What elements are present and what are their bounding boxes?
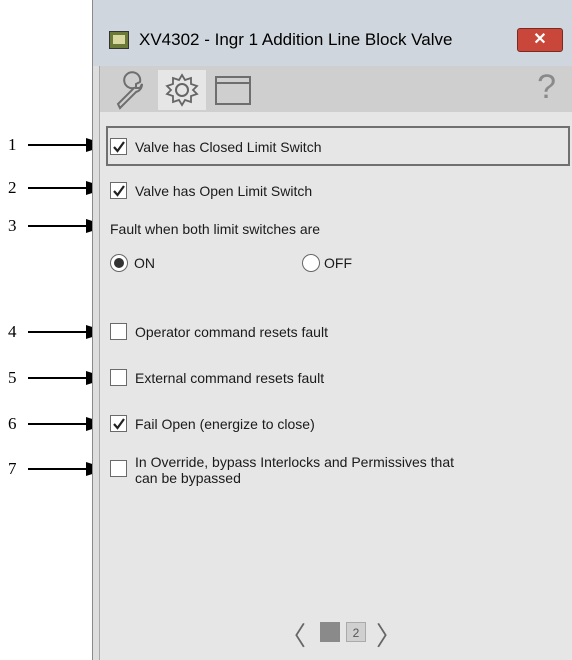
page-1-button[interactable]: 1 [320, 622, 340, 642]
callout-number: 2 [8, 178, 17, 197]
callout-arrow-line [28, 377, 88, 379]
callout-number: 7 [8, 459, 17, 478]
gear-icon[interactable] [158, 70, 206, 110]
override-bypass-checkbox[interactable] [110, 460, 127, 477]
open-limit-switch-checkbox[interactable] [110, 182, 127, 199]
operator-reset-label: Operator command resets fault [135, 324, 328, 340]
close-button[interactable]: ✕ [517, 28, 563, 52]
window-icon[interactable] [210, 70, 258, 110]
override-bypass-label-line1: In Override, bypass Interlocks and Permi… [135, 454, 455, 470]
open-limit-switch-label: Valve has Open Limit Switch [135, 183, 313, 199]
app-icon [109, 31, 129, 49]
callout-arrow-line [28, 423, 88, 425]
callout-number: 3 [8, 216, 17, 235]
external-reset-label: External command resets fault [135, 370, 325, 386]
callout-number: 5 [8, 368, 17, 387]
wrench-icon[interactable] [106, 70, 154, 110]
callout-number: 6 [8, 414, 17, 433]
toolbar: ? [100, 66, 572, 112]
callout-arrow-line [28, 187, 88, 189]
window-title: XV4302 - Ingr 1 Addition Line Block Valv… [139, 30, 453, 49]
closed-limit-switch-label: Valve has Closed Limit Switch [135, 139, 322, 155]
operator-reset-checkbox[interactable] [110, 323, 127, 340]
callout-number: 4 [8, 322, 17, 341]
chevron-left-icon[interactable]: 〈 [280, 616, 306, 653]
window-content: ? Valve has Closed Limit Switch Valve ha… [99, 66, 572, 660]
pagination: 〈 1 2 〉 [280, 616, 430, 651]
fault-off-radio[interactable] [302, 254, 320, 272]
callout-arrow-line [28, 225, 88, 227]
callout-number: 1 [8, 135, 17, 154]
fault-off-label: OFF [324, 255, 352, 271]
callout-arrow-line [28, 468, 88, 470]
fault-on-label: ON [134, 255, 155, 271]
closed-limit-switch-checkbox[interactable] [110, 138, 127, 155]
fail-open-checkbox[interactable] [110, 415, 127, 432]
override-bypass-label-line2: can be bypassed [135, 470, 241, 486]
chevron-right-icon[interactable]: 〉 [376, 616, 402, 653]
external-reset-checkbox[interactable] [110, 369, 127, 386]
fault-label-text: Fault when both limit switches are [110, 221, 321, 237]
fault-on-radio[interactable] [110, 254, 128, 272]
faceplate-window: XV4302 - Ingr 1 Addition Line Block Valv… [92, 0, 572, 660]
fail-open-label: Fail Open (energize to close) [135, 416, 315, 432]
callout-arrow-line [28, 144, 88, 146]
title-bar[interactable]: XV4302 - Ingr 1 Addition Line Block Valv… [93, 0, 572, 66]
page-2-button[interactable]: 2 [346, 622, 366, 642]
callout-arrow-line [28, 331, 88, 333]
help-icon[interactable]: ? [537, 68, 556, 107]
